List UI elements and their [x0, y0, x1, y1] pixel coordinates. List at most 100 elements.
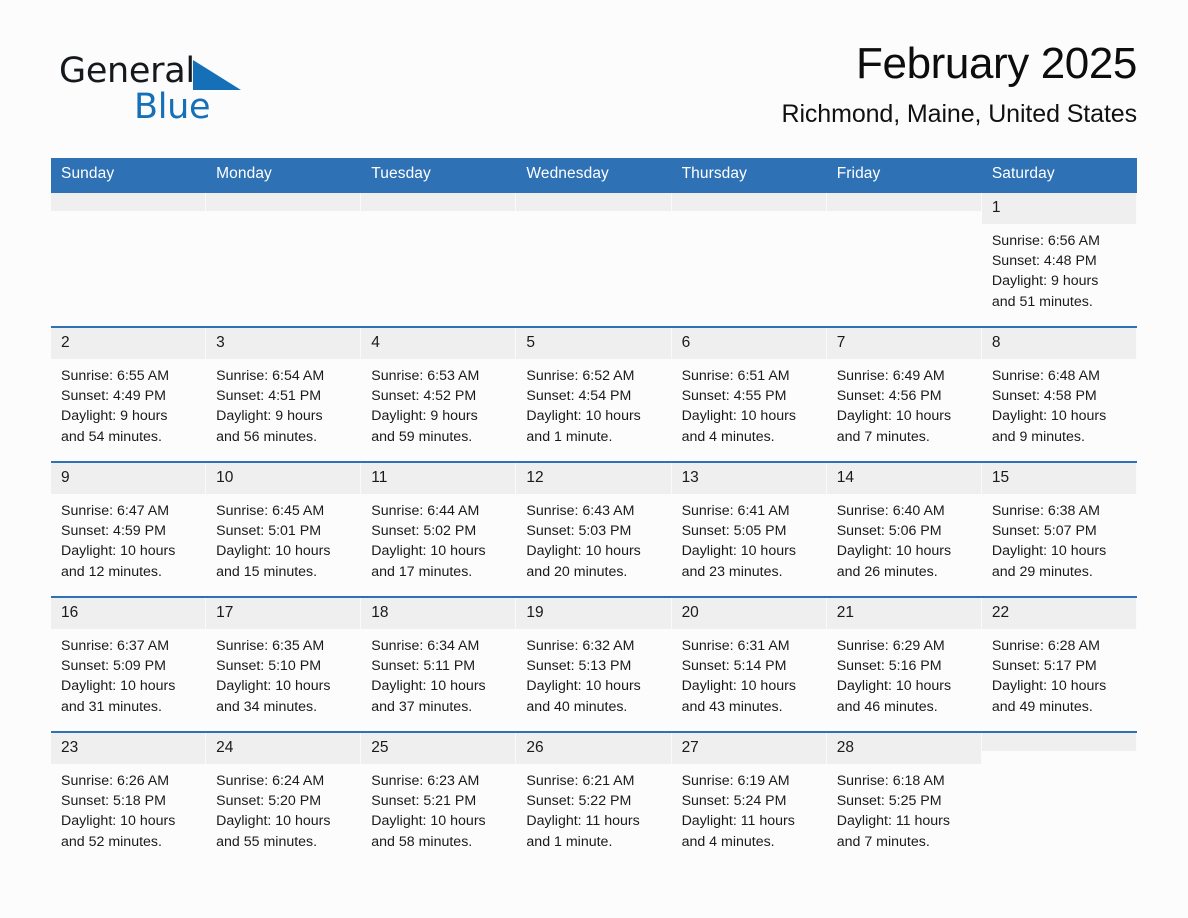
day-info: Sunrise: 6:24 AM Sunset: 5:20 PM Daylight:…	[206, 764, 361, 852]
sunrise-time: Sunrise: 6:40 AM	[836, 503, 945, 519]
sunset-time: Sunset: 5:05 PM	[681, 523, 787, 540]
day-info: Sunrise: 6:52 AM Sunset: 4:54 PM Daylight:…	[516, 359, 671, 447]
page-title: February 2025	[856, 39, 1137, 88]
calendar-day-cell[interactable]: 24 Sunrise: 6:24 AM Sunset: 5:20 PM Dayligh…	[206, 731, 362, 866]
calendar-day-cell-empty	[981, 731, 1137, 866]
calendar-day-cell[interactable]: 16 Sunrise: 6:37 AM Sunset: 5:09 PM Dayligh…	[51, 596, 207, 732]
calendar-day-cell[interactable]: 14 Sunrise: 6:40 AM Sunset: 5:06 PM Dayligh…	[826, 461, 982, 597]
day-number: 18	[361, 598, 517, 629]
day-info: Sunrise: 6:28 AM Sunset: 5:17 PM Daylight:…	[982, 629, 1137, 717]
sunrise-time: Sunrise: 6:47 AM	[61, 503, 170, 519]
sunset-time: Sunset: 4:56 PM	[836, 388, 942, 405]
day-number: 26	[516, 733, 672, 764]
calendar-day-cell[interactable]: 21 Sunrise: 6:29 AM Sunset: 5:16 PM Dayligh…	[826, 596, 982, 732]
day-number: 15	[981, 463, 1137, 494]
day-info: Sunrise: 6:43 AM Sunset: 5:03 PM Daylight:…	[516, 494, 671, 582]
sunrise-time: Sunrise: 6:45 AM	[216, 503, 325, 519]
daylight-duration-line1: Daylight: 10 hours	[991, 543, 1107, 560]
day-number: 4	[361, 328, 517, 359]
calendar-day-cell-empty	[516, 191, 672, 327]
page-header: General Blue February 2025 Richmond, Mai…	[51, 40, 1137, 148]
sunset-time: Sunset: 5:17 PM	[991, 658, 1097, 675]
calendar-day-cell[interactable]: 10 Sunrise: 6:45 AM Sunset: 5:01 PM Dayligh…	[206, 461, 362, 597]
calendar-day-cell[interactable]: 5 Sunrise: 6:52 AM Sunset: 4:54 PM Daylight…	[516, 326, 672, 462]
calendar-day-cell[interactable]: 27 Sunrise: 6:19 AM Sunset: 5:24 PM Dayligh…	[671, 731, 827, 866]
day-info: Sunrise: 6:18 AM Sunset: 5:25 PM Daylight:…	[827, 764, 982, 852]
calendar-day-cell[interactable]: 13 Sunrise: 6:41 AM Sunset: 5:05 PM Dayligh…	[671, 461, 827, 597]
daylight-duration-line1: Daylight: 10 hours	[61, 678, 176, 695]
daylight-duration-line1: Daylight: 10 hours	[681, 543, 796, 560]
calendar-day-cell[interactable]: 8 Sunrise: 6:48 AM Sunset: 4:58 PM Daylight…	[981, 326, 1137, 462]
calendar-day-cell[interactable]: 17 Sunrise: 6:35 AM Sunset: 5:10 PM Dayligh…	[206, 596, 362, 732]
day-info: Sunrise: 6:55 AM Sunset: 4:49 PM Daylight:…	[51, 359, 206, 447]
day-number: 2	[51, 328, 207, 359]
calendar-day-cell[interactable]: 3 Sunrise: 6:54 AM Sunset: 4:51 PM Daylight…	[206, 326, 362, 462]
daylight-duration-line2: and 1 minute.	[526, 428, 613, 445]
calendar-day-cell[interactable]: 28 Sunrise: 6:18 AM Sunset: 5:25 PM Dayligh…	[826, 731, 982, 866]
daylight-duration-line1: Daylight: 9 hours	[216, 408, 323, 425]
day-info: Sunrise: 6:29 AM Sunset: 5:16 PM Daylight:…	[827, 629, 982, 717]
calendar-day-cell[interactable]: 22 Sunrise: 6:28 AM Sunset: 5:17 PM Dayligh…	[981, 596, 1137, 732]
calendar-day-cell[interactable]: 2 Sunrise: 6:55 AM Sunset: 4:49 PM Daylight…	[51, 326, 207, 462]
calendar-day-cell[interactable]: 1 Sunrise: 6:56 AM Sunset: 4:48 PM Daylight…	[981, 191, 1137, 327]
day-number	[206, 193, 362, 211]
daylight-duration-line1: Daylight: 10 hours	[216, 543, 331, 560]
daylight-duration-line1: Daylight: 9 hours	[371, 408, 478, 425]
sunrise-time: Sunrise: 6:24 AM	[216, 773, 325, 789]
sunset-time: Sunset: 4:48 PM	[991, 253, 1097, 270]
day-info: Sunrise: 6:41 AM Sunset: 5:05 PM Daylight:…	[672, 494, 827, 582]
calendar-day-cell[interactable]: 20 Sunrise: 6:31 AM Sunset: 5:14 PM Dayligh…	[671, 596, 827, 732]
general-blue-logo[interactable]: General Blue	[59, 54, 319, 132]
weekday-header-sunday: Sunday	[51, 158, 207, 192]
daylight-duration-line1: Daylight: 11 hours	[526, 813, 640, 830]
daylight-duration-line1: Daylight: 10 hours	[61, 813, 176, 830]
day-info: Sunrise: 6:32 AM Sunset: 5:13 PM Daylight:…	[516, 629, 671, 717]
calendar-day-cell[interactable]: 11 Sunrise: 6:44 AM Sunset: 5:02 PM Dayligh…	[361, 461, 517, 597]
calendar-day-cell[interactable]: 23 Sunrise: 6:26 AM Sunset: 5:18 PM Dayligh…	[51, 731, 207, 866]
calendar-day-cell[interactable]: 18 Sunrise: 6:34 AM Sunset: 5:11 PM Dayligh…	[361, 596, 517, 732]
day-info: Sunrise: 6:23 AM Sunset: 5:21 PM Daylight:…	[361, 764, 516, 852]
daylight-duration-line1: Daylight: 10 hours	[991, 408, 1107, 425]
sunrise-time: Sunrise: 6:21 AM	[526, 773, 635, 789]
calendar-day-cell[interactable]: 6 Sunrise: 6:51 AM Sunset: 4:55 PM Daylight…	[671, 326, 827, 462]
calendar-day-cell-empty	[361, 191, 517, 327]
calendar-day-cell[interactable]: 26 Sunrise: 6:21 AM Sunset: 5:22 PM Dayligh…	[516, 731, 672, 866]
day-info: Sunrise: 6:48 AM Sunset: 4:58 PM Daylight:…	[982, 359, 1137, 447]
calendar-day-cell[interactable]: 25 Sunrise: 6:23 AM Sunset: 5:21 PM Dayligh…	[361, 731, 517, 866]
calendar-header-row: Sunday Monday Tuesday Wednesday Thursday Frid…	[51, 158, 1137, 192]
day-number: 25	[361, 733, 517, 764]
daylight-duration-line2: and 49 minutes.	[991, 698, 1093, 715]
day-number: 9	[51, 463, 207, 494]
sunrise-time: Sunrise: 6:34 AM	[371, 638, 480, 654]
day-info: Sunrise: 6:26 AM Sunset: 5:18 PM Daylight:…	[51, 764, 206, 852]
day-info: Sunrise: 6:56 AM Sunset: 4:48 PM Daylight:…	[982, 224, 1137, 312]
calendar-day-cell[interactable]: 9 Sunrise: 6:47 AM Sunset: 4:59 PM Daylight…	[51, 461, 207, 597]
logo-text-general: General	[59, 51, 195, 91]
triangle-logo-icon	[192, 60, 241, 94]
day-info: Sunrise: 6:38 AM Sunset: 5:07 PM Daylight:…	[982, 494, 1137, 582]
daylight-duration-line1: Daylight: 10 hours	[836, 408, 952, 425]
calendar-week-row: 1 Sunrise: 6:56 AM Sunset: 4:48 PM Daylight…	[51, 191, 1137, 327]
calendar-day-cell[interactable]: 15 Sunrise: 6:38 AM Sunset: 5:07 PM Dayligh…	[981, 461, 1137, 597]
calendar-day-cell[interactable]: 12 Sunrise: 6:43 AM Sunset: 5:03 PM Dayligh…	[516, 461, 672, 597]
daylight-duration-line2: and 54 minutes.	[61, 428, 162, 445]
sunrise-time: Sunrise: 6:43 AM	[526, 503, 635, 519]
daylight-duration-line2: and 55 minutes.	[216, 833, 318, 850]
day-number	[516, 193, 672, 211]
calendar-day-cell[interactable]: 19 Sunrise: 6:32 AM Sunset: 5:13 PM Dayligh…	[516, 596, 672, 732]
calendar-day-cell[interactable]: 4 Sunrise: 6:53 AM Sunset: 4:52 PM Daylight…	[361, 326, 517, 462]
calendar-week-row: 23 Sunrise: 6:26 AM Sunset: 5:18 PM Dayligh…	[51, 731, 1137, 866]
daylight-duration-line2: and 34 minutes.	[216, 698, 318, 715]
sunset-time: Sunset: 5:07 PM	[991, 523, 1097, 540]
title-block: February 2025 Richmond, Maine, United St…	[781, 40, 1137, 129]
sunrise-time: Sunrise: 6:49 AM	[836, 368, 945, 384]
daylight-duration-line1: Daylight: 10 hours	[526, 543, 641, 560]
sunrise-time: Sunrise: 6:37 AM	[61, 638, 170, 654]
day-info: Sunrise: 6:34 AM Sunset: 5:11 PM Daylight:…	[361, 629, 516, 717]
day-number	[981, 733, 1137, 751]
sunrise-time: Sunrise: 6:31 AM	[681, 638, 790, 654]
weekday-header-tuesday: Tuesday	[361, 158, 517, 192]
day-number: 14	[826, 463, 982, 494]
calendar-day-cell[interactable]: 7 Sunrise: 6:49 AM Sunset: 4:56 PM Daylight…	[826, 326, 982, 462]
sunset-time: Sunset: 5:20 PM	[216, 793, 322, 810]
